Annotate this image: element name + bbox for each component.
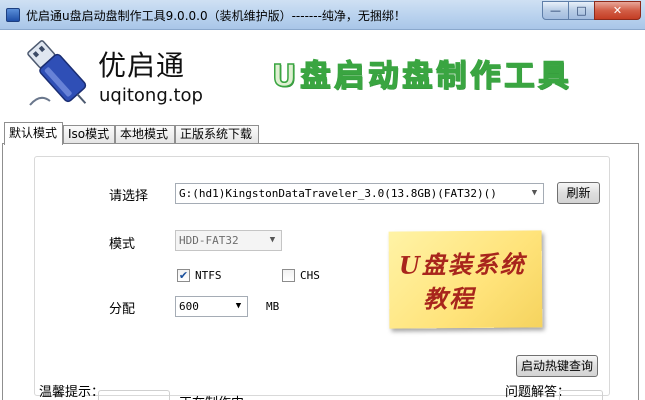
chevron-down-icon: ▼ [235, 301, 242, 311]
alloc-select-value: 600 [179, 300, 199, 313]
tips-box [98, 390, 170, 400]
mode-select[interactable]: HDD-FAT32 ▼ [175, 230, 282, 251]
settings-group: 请选择 G:(hd1)KingstonDataTraveler_3.0(13.8… [34, 156, 610, 396]
mode-tabs: 默认模式 Iso模式 本地模式 正版系统下载 [0, 122, 645, 145]
mode-select-value: HDD-FAT32 [179, 234, 239, 247]
brand-name: 优启通 [98, 49, 186, 82]
chs-label: CHS [300, 269, 320, 282]
title-bar[interactable]: 优启通u盘启动盘制作工具9.0.0.0（装机维护版）-------纯净，无捆绑！… [0, 0, 645, 30]
qa-box [559, 390, 603, 400]
chevron-down-icon: ▼ [269, 235, 276, 245]
drive-select[interactable]: G:(hd1)KingstonDataTraveler_3.0(13.8GB)(… [175, 183, 544, 204]
slogan-banner: U盘启动盘制作工具 [271, 58, 573, 95]
ntfs-label: NTFS [195, 269, 222, 282]
refresh-button[interactable]: 刷新 [557, 182, 600, 204]
app-header: 优启通 uqitong.top U盘启动盘制作工具 [0, 31, 645, 119]
drive-select-label: 请选择 [109, 189, 149, 204]
close-button[interactable]: ✕ [594, 1, 641, 20]
note-line-2: 教程 [423, 283, 476, 314]
maximize-button[interactable]: □ [568, 1, 595, 20]
alloc-label: 分配 [109, 302, 136, 317]
minimize-button[interactable]: — [542, 1, 569, 20]
mode-label: 模式 [109, 237, 136, 252]
app-icon [6, 8, 20, 22]
progress-status: 正在制作中 [179, 392, 244, 400]
usb-logo-icon [27, 40, 87, 106]
brand-url: uqitong.top [99, 85, 203, 106]
tab-genuine-download[interactable]: 正版系统下载 [175, 125, 259, 144]
alloc-select[interactable]: 600 ▼ [175, 296, 248, 317]
tips-label: 温馨提示： [39, 385, 105, 400]
note-line-1: U盘装系统 [398, 249, 526, 280]
chs-checkbox[interactable] [282, 269, 295, 282]
tab-default-mode[interactable]: 默认模式 [4, 122, 63, 145]
tab-local-mode[interactable]: 本地模式 [115, 125, 175, 144]
tab-panel: 请选择 G:(hd1)KingstonDataTraveler_3.0(13.8… [2, 143, 639, 400]
alloc-unit: MB [266, 300, 280, 313]
ntfs-checkbox[interactable]: ✔ [177, 269, 190, 282]
hotkey-query-button[interactable]: 启动热键查询 [516, 355, 598, 377]
drive-select-value: G:(hd1)KingstonDataTraveler_3.0(13.8GB)(… [179, 187, 497, 200]
tutorial-note[interactable]: U盘装系统 教程 [388, 230, 543, 329]
chevron-down-icon: ▼ [531, 188, 538, 198]
window-title: 优启通u盘启动盘制作工具9.0.0.0（装机维护版）-------纯净，无捆绑！ [26, 9, 406, 23]
tab-iso-mode[interactable]: Iso模式 [63, 125, 115, 144]
